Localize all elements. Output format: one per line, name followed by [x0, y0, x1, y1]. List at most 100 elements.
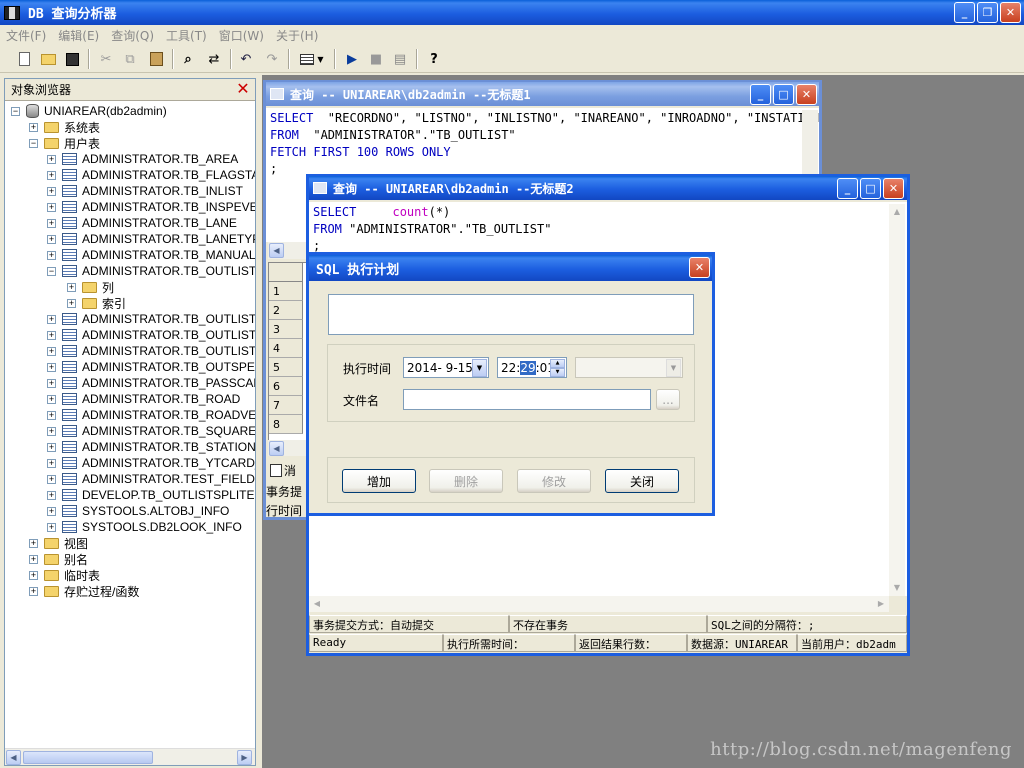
expand-icon[interactable]: + — [47, 234, 56, 244]
results-1-hscroll[interactable]: ◀ — [268, 440, 308, 456]
file-name-input[interactable] — [403, 389, 651, 410]
tree-table[interactable]: + SYSTOOLS.ALTOBJ_INFO — [47, 503, 229, 519]
date-picker[interactable]: 2014- 9-15 ▼ — [403, 357, 489, 378]
tree-node[interactable]: + 存贮过程/函数 — [29, 583, 139, 599]
grid-row-header[interactable]: 5 — [269, 358, 303, 377]
expand-icon[interactable]: + — [47, 250, 56, 260]
tree-table[interactable]: + ADMINISTRATOR.TB_YTCARD_I — [47, 455, 255, 471]
close-button[interactable]: ✕ — [796, 84, 817, 105]
plan-description-field[interactable] — [328, 294, 694, 335]
grid-row-header[interactable]: 2 — [269, 301, 303, 320]
spin-down-icon[interactable]: ▼ — [550, 368, 565, 377]
results-grid-icon[interactable]: ▼ — [296, 49, 328, 69]
collapse-icon[interactable]: − — [29, 138, 38, 148]
time-picker[interactable]: 22:29:01 ▲ ▼ — [497, 357, 567, 378]
delete-button[interactable]: 删除 — [429, 469, 503, 493]
time-minute[interactable]: 29 — [520, 361, 536, 375]
add-button[interactable]: 增加 — [342, 469, 416, 493]
tree-table-child[interactable]: + 列 — [67, 279, 114, 295]
maximize-button[interactable]: □ — [773, 84, 794, 105]
tree-table[interactable]: + ADMINISTRATOR.TB_INSPEVEN — [47, 199, 255, 215]
tree-node[interactable]: + 临时表 — [29, 567, 100, 583]
expand-icon[interactable]: + — [47, 170, 56, 180]
explain-icon[interactable]: ▤ — [390, 49, 410, 69]
tree-user-tables[interactable]: − 用户表 — [29, 135, 100, 151]
tree-table[interactable]: + ADMINISTRATOR.TB_SQUARE — [47, 423, 255, 439]
expand-icon[interactable]: + — [47, 154, 56, 164]
expand-icon[interactable]: + — [29, 570, 38, 580]
expand-icon[interactable]: + — [47, 522, 56, 532]
expand-icon[interactable]: + — [47, 442, 56, 452]
editor-2-hscroll[interactable]: ◀ ▶ — [309, 596, 889, 612]
messages-tab[interactable]: 消 — [270, 460, 308, 480]
paste-icon[interactable] — [146, 49, 166, 69]
tree-node[interactable]: + 视图 — [29, 535, 88, 551]
tree-table[interactable]: + ADMINISTRATOR.TB_MANUALO — [47, 247, 255, 263]
horizontal-scrollbar[interactable]: ◀ ▶ — [5, 748, 255, 765]
query-window-2-titlebar[interactable]: 查询 -- UNIAREAR\db2admin --无标题2 _ □ ✕ — [309, 176, 907, 200]
dialog-titlebar[interactable]: SQL 执行计划 ✕ — [309, 255, 712, 281]
expand-icon[interactable]: + — [47, 378, 56, 388]
tree-table[interactable]: + ADMINISTRATOR.TB_STATION — [47, 439, 255, 455]
redo-icon[interactable]: ↷ — [262, 49, 282, 69]
scroll-left-icon[interactable]: ◀ — [269, 441, 284, 456]
expand-icon[interactable]: + — [47, 426, 56, 436]
tree-table[interactable]: − ADMINISTRATOR.TB_OUTLIST — [47, 263, 255, 279]
cut-icon[interactable]: ✂ — [96, 49, 116, 69]
tree-table[interactable]: + ADMINISTRATOR.TB_INLIST — [47, 183, 243, 199]
dialog-close-button[interactable]: 关闭 — [605, 469, 679, 493]
grid-row-header[interactable]: 1 — [269, 282, 303, 301]
expand-icon[interactable]: + — [47, 186, 56, 196]
replace-icon[interactable]: ⇄ — [204, 49, 224, 69]
grid-row-header[interactable]: 7 — [269, 396, 303, 415]
close-button[interactable]: ✕ — [1000, 2, 1021, 23]
expand-icon[interactable]: + — [47, 314, 56, 324]
minimize-button[interactable]: _ — [954, 2, 975, 23]
menu-file[interactable]: 文件(F) — [0, 27, 52, 44]
expand-icon[interactable]: + — [67, 282, 76, 292]
restore-button[interactable]: ❐ — [977, 2, 998, 23]
tree-table[interactable]: + ADMINISTRATOR.TB_PASSCARI — [47, 375, 255, 391]
menu-about[interactable]: 关于(H) — [270, 27, 324, 44]
open-folder-icon[interactable] — [38, 49, 58, 69]
tree-table-child[interactable]: + 索引 — [67, 295, 126, 311]
scroll-down-icon[interactable]: ▼ — [889, 580, 905, 596]
tree-table[interactable]: + ADMINISTRATOR.TB_FLAGSTAT — [47, 167, 255, 183]
scroll-left-icon[interactable]: ◀ — [6, 750, 21, 765]
tree-table[interactable]: + DEVELOP.TB_OUTLISTSPLITER — [47, 487, 255, 503]
help-icon[interactable]: ? — [424, 49, 444, 69]
menu-tools[interactable]: 工具(T) — [160, 27, 213, 44]
expand-icon[interactable]: + — [29, 122, 38, 132]
query-window-1-titlebar[interactable]: 查询 -- UNIAREAR\db2admin --无标题1 _ □ ✕ — [266, 82, 819, 106]
expand-icon[interactable]: + — [47, 506, 56, 516]
collapse-icon[interactable]: − — [11, 106, 20, 116]
expand-icon[interactable]: + — [47, 202, 56, 212]
undo-icon[interactable]: ↶ — [236, 49, 256, 69]
menu-query[interactable]: 查询(Q) — [105, 27, 160, 44]
expand-icon[interactable]: + — [29, 586, 38, 596]
save-icon[interactable] — [62, 49, 82, 69]
tree-table[interactable]: + ADMINISTRATOR.TB_AREA — [47, 151, 238, 167]
schedule-type-select[interactable]: ▼ — [575, 357, 683, 378]
editor-1-hscroll[interactable]: ◀ — [268, 242, 308, 259]
results-grid-1[interactable]: 12345678 — [268, 262, 308, 442]
time-spinner[interactable]: ▲ ▼ — [550, 359, 565, 377]
expand-icon[interactable]: + — [47, 490, 56, 500]
expand-icon[interactable]: + — [47, 410, 56, 420]
chevron-down-icon[interactable]: ▼ — [666, 359, 681, 377]
maximize-button[interactable]: □ — [860, 178, 881, 199]
tree-table[interactable]: + ADMINISTRATOR.TB_OUTSPEV — [47, 359, 255, 375]
tree-table[interactable]: + ADMINISTRATOR.TB_ROAD — [47, 391, 240, 407]
collapse-icon[interactable]: − — [47, 266, 56, 276]
minimize-button[interactable]: _ — [750, 84, 771, 105]
scroll-right-icon[interactable]: ▶ — [237, 750, 252, 765]
modify-button[interactable]: 修改 — [517, 469, 591, 493]
grid-row-header[interactable]: 3 — [269, 320, 303, 339]
find-icon[interactable]: ⌕ — [178, 49, 198, 69]
tree-table[interactable]: + ADMINISTRATOR.TB_OUTLISTE — [47, 343, 255, 359]
tree-node[interactable]: + 别名 — [29, 551, 88, 567]
grid-row-header[interactable]: 4 — [269, 339, 303, 358]
scroll-right-icon[interactable]: ▶ — [873, 596, 889, 612]
expand-icon[interactable]: + — [29, 554, 38, 564]
tree-table[interactable]: + ADMINISTRATOR.TB_OUTLIST_ — [47, 327, 255, 343]
